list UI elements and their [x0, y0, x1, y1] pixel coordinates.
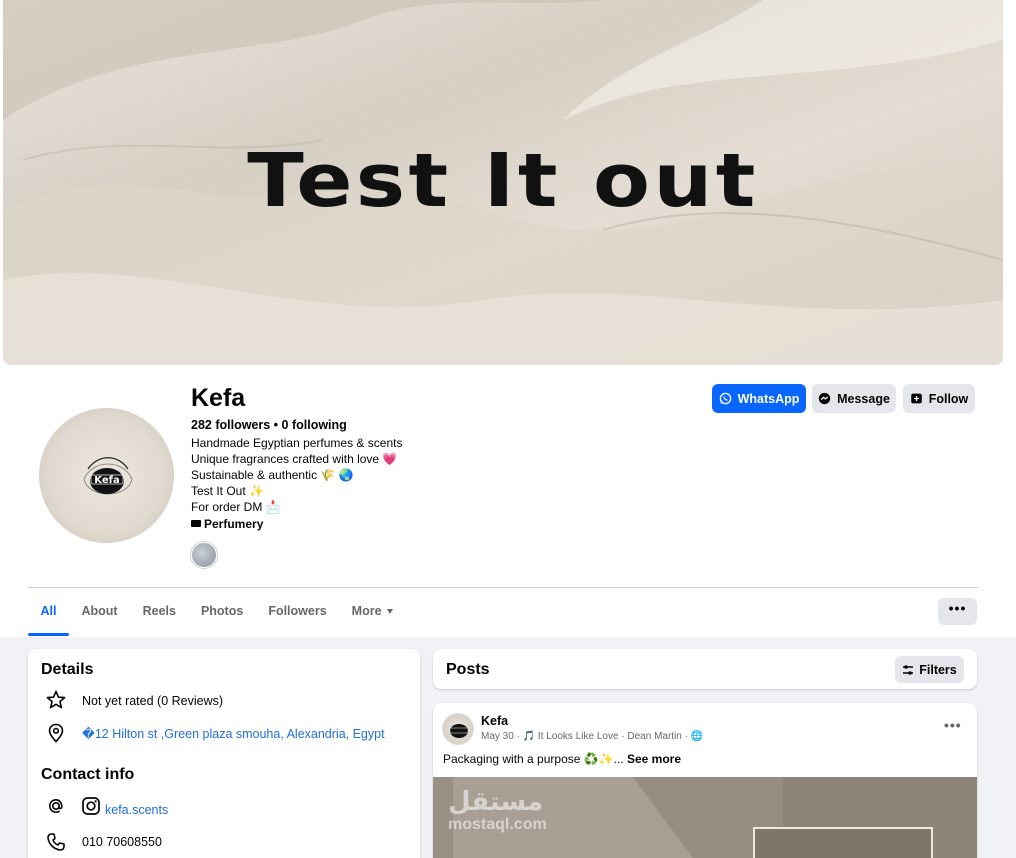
post-image-frame — [753, 827, 933, 858]
post-meta: May 30 · 🎵 It Looks Like Love · Dean Mar… — [481, 731, 704, 742]
tab-reels[interactable]: Reels — [130, 596, 188, 636]
instagram-icon — [82, 797, 100, 815]
bio-line: Test It Out ✨ — [191, 484, 264, 498]
caret-down-icon — [386, 609, 393, 614]
profile-avatar[interactable]: Kefa — [39, 408, 174, 543]
rating-text: Not yet rated (0 Reviews) — [82, 694, 224, 708]
tab-more-label: More — [351, 604, 382, 618]
avatar-logo-text: Kefa — [94, 475, 119, 486]
message-label: Message — [837, 391, 890, 406]
tab-about[interactable]: About — [69, 596, 130, 636]
follow-icon — [910, 393, 922, 404]
profile-tabs: All About Reels Photos Followers More — [28, 596, 405, 636]
mostaql-watermark: مستقل mostaql.com — [448, 787, 547, 833]
follower-counts[interactable]: 282 followers • 0 following — [191, 418, 347, 432]
briefcase-icon — [191, 520, 201, 527]
filters-button[interactable]: Filters — [895, 656, 964, 683]
bio-line: Sustainable & authentic 🌾 🌏 — [191, 468, 354, 482]
watermark-url: mostaql.com — [448, 816, 547, 833]
post-text: Packaging with a purpose ♻️✨... See more — [443, 752, 681, 766]
tab-more[interactable]: More — [339, 596, 405, 636]
address-link[interactable]: �12 Hilton st ,Green plaza smouha, Alexa… — [82, 726, 385, 741]
cover-title: Test It out — [247, 138, 759, 224]
tab-all[interactable]: All — [28, 596, 69, 636]
watermark-arabic: مستقل — [448, 787, 544, 817]
details-card — [28, 649, 420, 858]
bio-line: For order DM 📩 — [191, 500, 281, 514]
page-name[interactable]: Kefa — [191, 384, 245, 413]
location-pin-icon — [48, 723, 64, 743]
post-options-button[interactable]: ••• — [944, 717, 962, 733]
whatsapp-icon — [719, 392, 731, 405]
phone-icon — [47, 833, 65, 851]
post-author[interactable]: Kefa — [481, 714, 508, 728]
bio: Handmade Egyptian perfumes & scents Uniq… — [191, 435, 402, 515]
posts-title: Posts — [446, 661, 490, 678]
tab-followers[interactable]: Followers — [256, 596, 339, 636]
whatsapp-label: WhatsApp — [737, 391, 800, 406]
header-divider — [28, 587, 978, 588]
instagram-link[interactable]: kefa.scents — [105, 803, 168, 817]
tab-photos[interactable]: Photos — [188, 596, 255, 636]
filters-label: Filters — [919, 662, 957, 677]
whatsapp-button[interactable]: WhatsApp — [712, 384, 806, 413]
messenger-icon — [818, 392, 831, 405]
bio-line: Handmade Egyptian perfumes & scents — [191, 436, 403, 450]
details-title: Details — [41, 661, 94, 678]
bio-line: Unique fragrances crafted with love 💗 — [191, 452, 398, 466]
at-sign-icon — [48, 798, 63, 814]
follower-avatar[interactable] — [191, 542, 217, 568]
more-options-button[interactable]: ••• — [938, 598, 977, 625]
contact-info-title: Contact info — [41, 766, 135, 783]
message-button[interactable]: Message — [812, 384, 896, 413]
sliders-icon — [903, 664, 914, 675]
kefa-logo: Kefa — [83, 457, 133, 495]
cover-photo[interactable]: Test It out — [3, 0, 1003, 365]
star-icon — [46, 690, 66, 709]
category[interactable]: Perfumery — [191, 517, 263, 531]
kefa-logo-small — [449, 724, 469, 738]
follow-button[interactable]: Follow — [903, 384, 975, 413]
post-author-avatar[interactable] — [442, 713, 474, 745]
post-caption: Packaging with a purpose ♻️✨... — [443, 752, 624, 766]
phone-number[interactable]: 010 70608550 — [82, 835, 162, 849]
category-label: Perfumery — [204, 517, 264, 531]
see-more-link[interactable]: See more — [627, 752, 681, 766]
follow-label: Follow — [928, 391, 969, 406]
